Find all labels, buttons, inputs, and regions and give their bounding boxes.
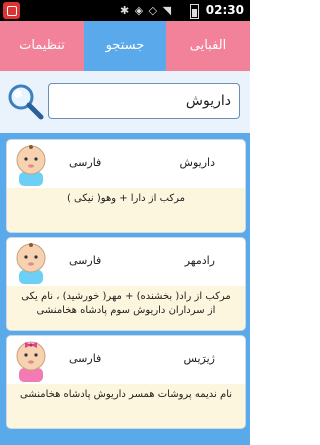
name-origin: فارسی (69, 156, 102, 169)
status-bar: ✱ ◈ ◇ ◥ 02:30 (0, 0, 250, 21)
baby-name: داریوش (179, 156, 215, 169)
tab-search[interactable]: جستجو (84, 21, 166, 71)
tab-bar: تنظیمات جستجو الفبایی (0, 21, 250, 71)
result-card-2[interactable]: فارسی رادمهر مرکب از راد( بخشنده) + مهر(… (6, 237, 246, 331)
boy-avatar-icon (16, 145, 46, 186)
name-meaning: مرکب از دارا + وهو( نیکی ) (66, 193, 186, 204)
name-meaning: مرکب از راد( بخشنده) + مهر( خورشید) ، نا… (21, 291, 231, 316)
name-origin: فارسی (69, 254, 102, 267)
boy-avatar-icon (16, 243, 46, 284)
search-row (0, 71, 250, 133)
status-time: 02:30 (205, 3, 244, 17)
search-panel: فارسی داریوش مرکب از دارا + وهو( نیکی ) … (0, 71, 250, 445)
app-notification-icon (3, 2, 20, 19)
baby-name: ژیرَیس (183, 352, 215, 365)
girl-avatar-icon (16, 341, 46, 382)
magnifier-icon (8, 84, 44, 120)
search-button[interactable] (4, 81, 46, 123)
name-origin: فارسی (69, 352, 102, 365)
battery-icon (190, 4, 199, 19)
search-input[interactable] (48, 83, 240, 119)
tab-settings[interactable]: تنظیمات (0, 21, 84, 71)
baby-name: رادمهر (184, 254, 215, 267)
result-card-3[interactable]: فارسی ژیرَیس نام ندیمه پروشات همسر داریو… (6, 335, 246, 429)
result-card-1[interactable]: فارسی داریوش مرکب از دارا + وهو( نیکی ) (6, 139, 246, 233)
name-meaning: نام ندیمه پروشات همسر داریوش پادشاه هخام… (19, 389, 233, 400)
tab-alphabetical[interactable]: الفبایی (166, 21, 250, 71)
status-icons: ✱ ◈ ◇ ◥ (120, 4, 173, 17)
